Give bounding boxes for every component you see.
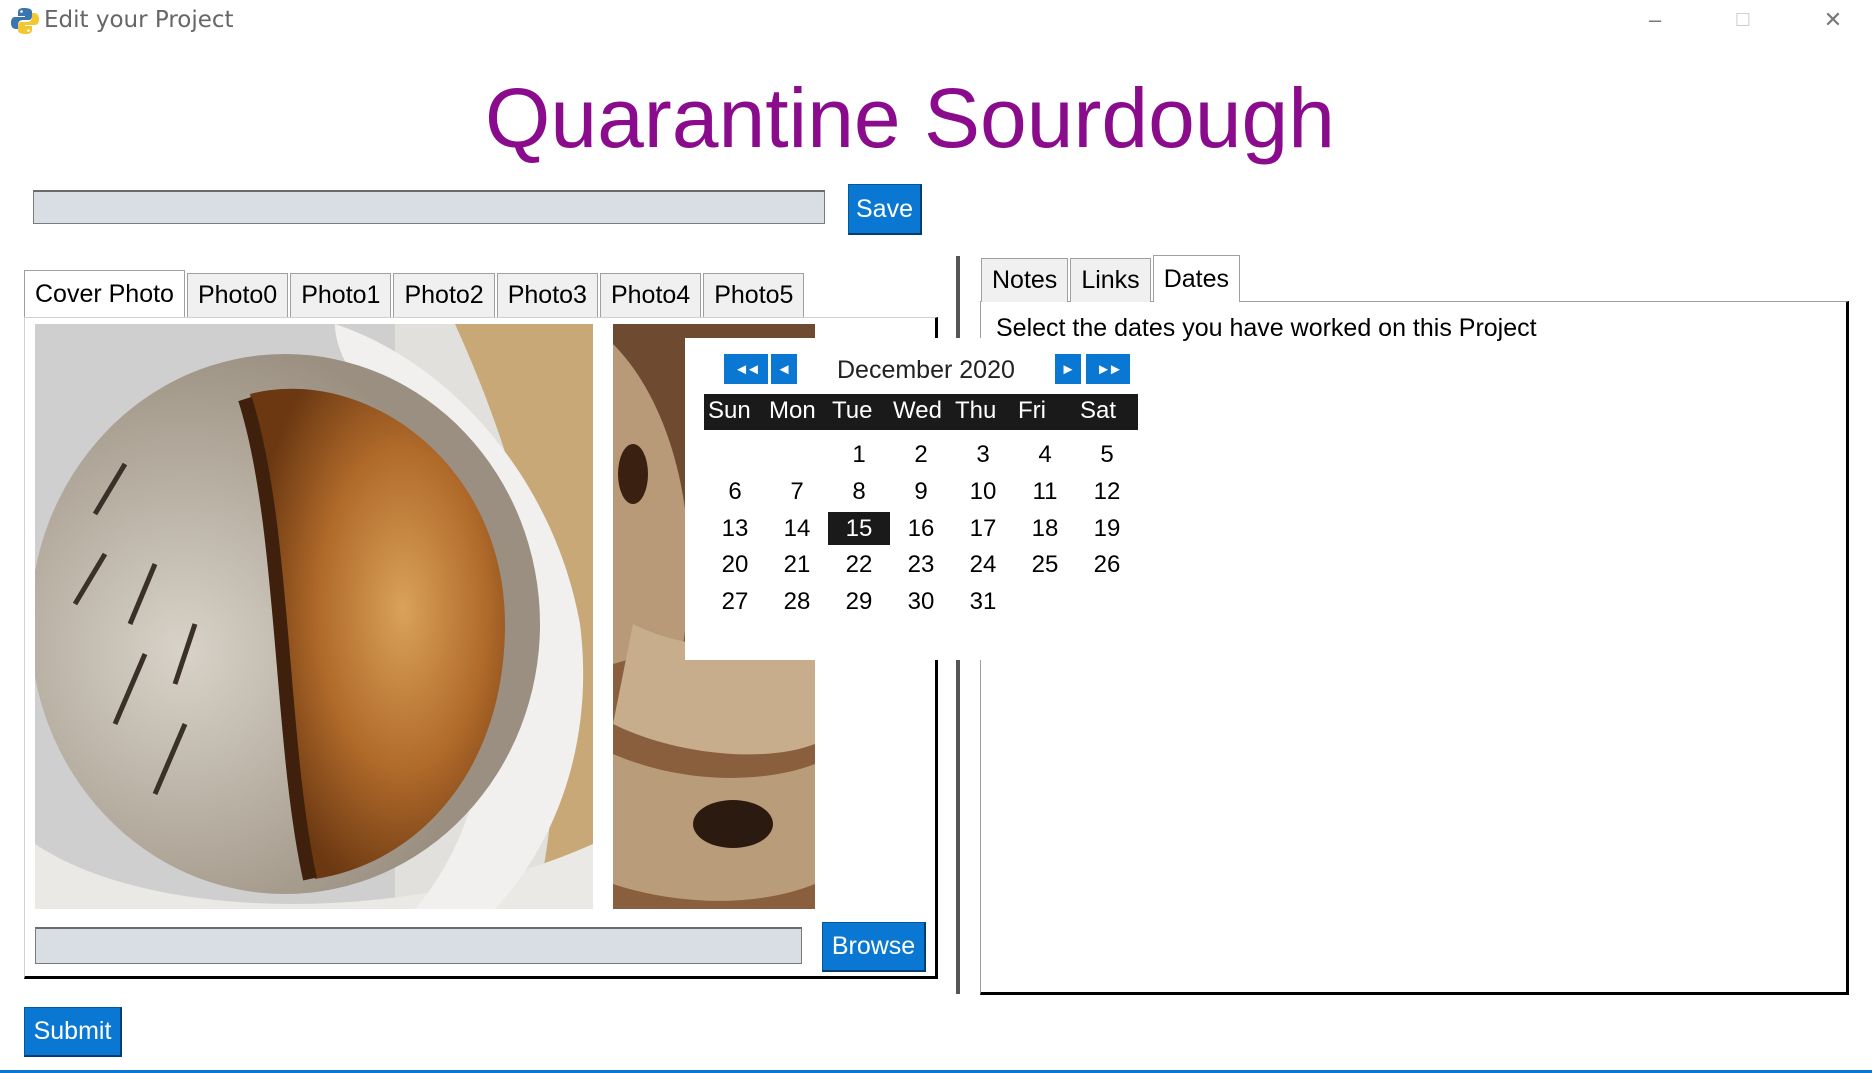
calendar-day-21[interactable]: 21 (766, 548, 828, 581)
calendar-day-15[interactable]: 15 (828, 512, 890, 545)
calendar-day-16[interactable]: 16 (890, 512, 952, 545)
calendar-day-30[interactable]: 30 (890, 585, 952, 618)
browse-button[interactable]: Browse (822, 922, 926, 972)
tab-photo0[interactable]: Photo0 (186, 273, 289, 317)
photo-path-input[interactable] (35, 927, 802, 964)
calendar-widget: ◄◄ ◄ December 2020 ► ►► Sun Mon Tue Wed … (685, 338, 1140, 660)
calendar-day-24[interactable]: 24 (952, 548, 1014, 581)
calendar-day-9[interactable]: 9 (890, 475, 952, 508)
calendar-day-13[interactable]: 13 (704, 512, 766, 545)
calendar-day-22[interactable]: 22 (828, 548, 890, 581)
close-button[interactable]: ✕ (1790, 0, 1872, 40)
calendar-day-26[interactable]: 26 (1076, 548, 1138, 581)
calendar-day-17[interactable]: 17 (952, 512, 1014, 545)
calendar-day-4[interactable]: 4 (1014, 438, 1076, 471)
cover-photo-image (35, 324, 593, 909)
calendar-day-18[interactable]: 18 (1014, 512, 1076, 545)
tab-dates[interactable]: Dates (1152, 255, 1240, 302)
project-name-input[interactable] (33, 190, 825, 224)
maximize-icon: ☐ (1734, 9, 1752, 30)
calendar-day-10[interactable]: 10 (952, 475, 1014, 508)
calendar-day-7[interactable]: 7 (766, 475, 828, 508)
calendar-day-6[interactable]: 6 (704, 475, 766, 508)
python-app-icon (11, 8, 39, 34)
calendar-day-28[interactable]: 28 (766, 585, 828, 618)
calendar-day-11[interactable]: 11 (1014, 475, 1076, 508)
weekday-label: Wed (893, 397, 942, 424)
calendar-day-20[interactable]: 20 (704, 548, 766, 581)
close-icon: ✕ (1823, 7, 1843, 32)
submit-button[interactable]: Submit (24, 1007, 122, 1057)
calendar-day-2[interactable]: 2 (890, 438, 952, 471)
weekday-label: Thu (955, 397, 997, 424)
next-month-button[interactable]: ► (1055, 354, 1081, 384)
tab-photo2[interactable]: Photo2 (393, 273, 495, 317)
weekday-label: Fri (1018, 397, 1046, 424)
tab-cover-photo[interactable]: Cover Photo (24, 270, 185, 317)
calendar-day-3[interactable]: 3 (952, 438, 1014, 471)
calendar-day-23[interactable]: 23 (890, 548, 952, 581)
weekday-label: Sat (1080, 397, 1117, 424)
double-left-arrow-icon: ◄◄ (734, 360, 761, 378)
tab-photo4[interactable]: Photo4 (599, 273, 702, 317)
next-year-button[interactable]: ►► (1086, 354, 1130, 384)
tab-links[interactable]: Links (1070, 258, 1151, 302)
calendar-month-label: December 2020 (837, 356, 1015, 384)
calendar-day-29[interactable]: 29 (828, 585, 890, 618)
double-right-arrow-icon: ►► (1096, 360, 1123, 378)
tab-photo3[interactable]: Photo3 (496, 273, 598, 317)
calendar-day-25[interactable]: 25 (1014, 548, 1076, 581)
project-title: Quarantine Sourdough (485, 71, 1335, 165)
minimize-button[interactable]: – (1612, 0, 1698, 40)
tab-photo5[interactable]: Photo5 (703, 273, 805, 317)
window-title: Edit your Project (44, 7, 234, 33)
info-tabs: Notes Links Dates (981, 255, 1242, 304)
prev-year-button[interactable]: ◄◄ (724, 354, 768, 384)
weekday-label: Tue (832, 397, 873, 424)
calendar-weekday-header: Sun Mon Tue Wed Thu Fri Sat (704, 394, 1138, 430)
calendar-day-8[interactable]: 8 (828, 475, 890, 508)
minimize-icon: – (1648, 7, 1662, 32)
calendar-day-12[interactable]: 12 (1076, 475, 1138, 508)
save-button[interactable]: Save (848, 184, 922, 235)
right-arrow-icon: ► (1060, 360, 1076, 378)
calendar-day-19[interactable]: 19 (1076, 512, 1138, 545)
calendar-day-5[interactable]: 5 (1076, 438, 1138, 471)
calendar-day-1[interactable]: 1 (828, 438, 890, 471)
tab-photo1[interactable]: Photo1 (290, 273, 392, 317)
weekday-label: Sun (708, 397, 751, 424)
calendar-day-27[interactable]: 27 (704, 585, 766, 618)
left-arrow-icon: ◄ (776, 360, 792, 378)
maximize-button[interactable]: ☐ (1700, 0, 1786, 40)
prev-month-button[interactable]: ◄ (771, 354, 797, 384)
weekday-label: Mon (769, 397, 816, 424)
title-bar: Edit your Project – ☐ ✕ (0, 0, 1872, 40)
calendar-day-14[interactable]: 14 (766, 512, 828, 545)
calendar-day-31[interactable]: 31 (952, 585, 1014, 618)
tab-notes[interactable]: Notes (981, 258, 1069, 302)
photo-tabs: Cover Photo Photo0 Photo1 Photo2 Photo3 … (24, 270, 806, 319)
